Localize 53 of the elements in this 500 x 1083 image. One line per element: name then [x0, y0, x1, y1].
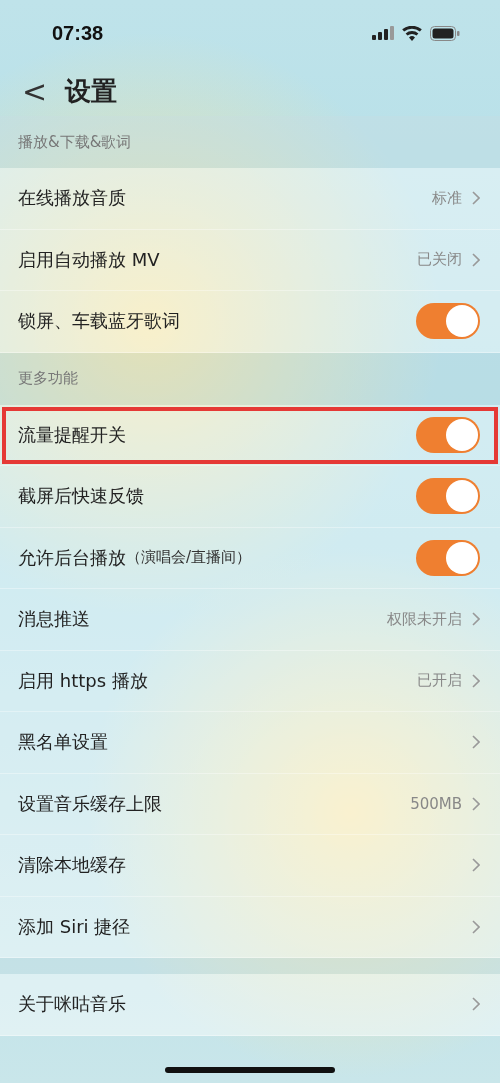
chevron-icon [472, 997, 480, 1012]
section-header: 更多功能 [0, 352, 500, 405]
chevron-icon [472, 612, 480, 627]
status-time: 07:38 [52, 21, 104, 45]
settings-row[interactable]: 关于咪咕音乐 [0, 974, 500, 1036]
row-label: 启用 https 播放 [18, 668, 148, 693]
row-value: 权限未开启 [387, 609, 462, 629]
chevron-icon [472, 191, 480, 206]
chevron-icon [472, 796, 480, 811]
settings-row[interactable]: 启用 https 播放 已开启 [0, 650, 500, 712]
row-label: 设置音乐缓存上限 [18, 791, 162, 816]
row-note: （演唱会/直播间） [126, 548, 252, 568]
page-title: 设置 [65, 74, 118, 108]
settings-row[interactable]: 添加 Siri 捷径 [0, 896, 500, 958]
row-label: 消息推送 [18, 607, 90, 632]
row-value: 标准 [432, 188, 462, 208]
row-value: 已开启 [417, 671, 462, 691]
settings-row[interactable]: 流量提醒开关 [0, 404, 500, 466]
toggle-switch[interactable] [416, 416, 480, 453]
settings-row[interactable]: 截屏后快速反馈 [0, 466, 500, 528]
settings-row[interactable]: 消息推送 权限未开启 [0, 589, 500, 651]
battery-icon [430, 25, 460, 41]
section-header: 播放&下载&歌词 [0, 116, 500, 168]
settings-row[interactable]: 启用自动播放 MV 已关闭 [0, 229, 500, 291]
chevron-icon [472, 858, 480, 873]
chevron-icon [472, 735, 480, 750]
settings-row[interactable]: 设置音乐缓存上限 500MB [0, 773, 500, 835]
row-label: 关于咪咕音乐 [18, 992, 126, 1017]
settings-row[interactable]: 允许后台播放（演唱会/直播间） [0, 527, 500, 589]
chevron-icon [472, 919, 480, 934]
row-label: 在线播放音质 [18, 186, 126, 211]
row-label: 锁屏、车载蓝牙歌词 [18, 309, 180, 334]
row-label: 启用自动播放 MV [18, 247, 160, 272]
row-label: 黑名单设置 [18, 730, 108, 755]
toggle-switch[interactable] [416, 303, 480, 340]
row-label: 截屏后快速反馈 [18, 484, 144, 509]
settings-row[interactable]: 清除本地缓存 [0, 835, 500, 897]
row-value: 500MB [410, 794, 462, 813]
settings-row[interactable]: 黑名单设置 [0, 712, 500, 774]
toggle-switch[interactable] [416, 478, 480, 515]
row-label: 流量提醒开关 [18, 422, 126, 447]
row-value: 已关闭 [417, 250, 462, 270]
row-label: 允许后台播放 [18, 545, 126, 570]
settings-row[interactable]: 在线播放音质 标准 [0, 168, 500, 230]
row-label: 清除本地缓存 [18, 853, 126, 878]
signal-icon [372, 26, 394, 40]
back-button[interactable]: < [14, 73, 56, 109]
toggle-switch[interactable] [416, 539, 480, 576]
row-label: 添加 Siri 捷径 [18, 914, 131, 939]
wifi-icon [402, 25, 422, 41]
chevron-icon [472, 252, 480, 267]
chevron-icon [472, 673, 480, 688]
settings-row[interactable]: 锁屏、车载蓝牙歌词 [0, 291, 500, 353]
